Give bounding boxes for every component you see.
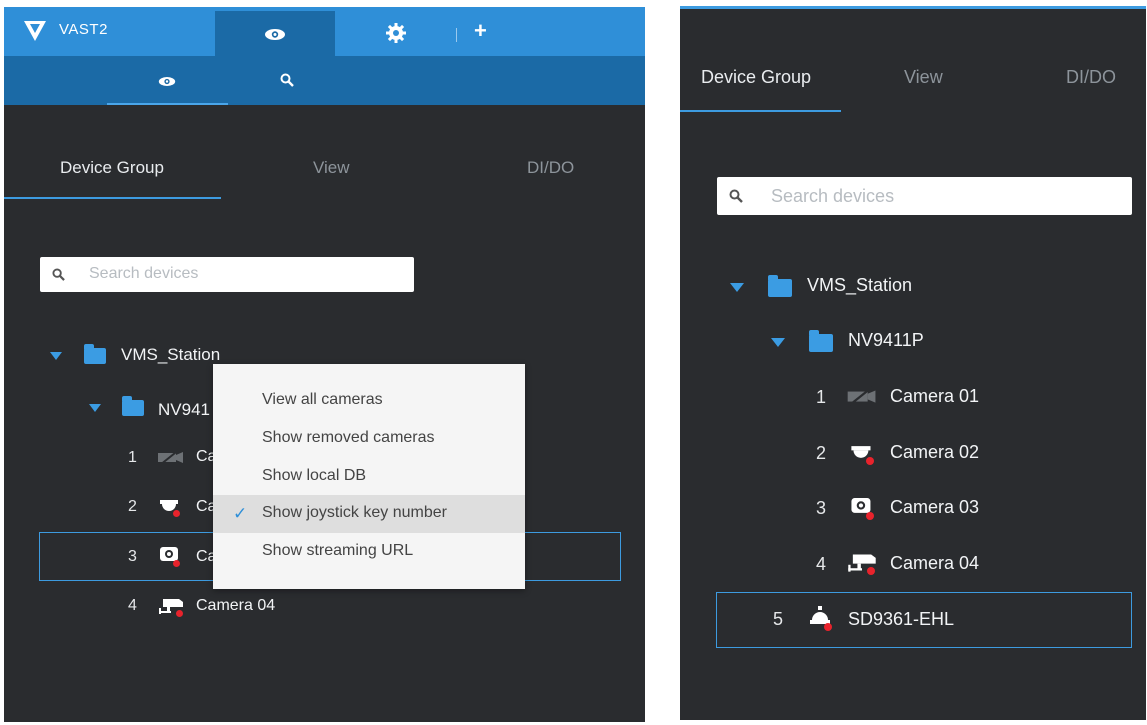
camera-number: 3 [128, 548, 137, 565]
camera-label[interactable]: Camera 04 [890, 553, 979, 574]
expand-toggle-icon[interactable] [50, 352, 62, 360]
search-input[interactable]: Search devices [717, 177, 1132, 215]
tab-indicator [680, 110, 841, 112]
search-placeholder: Search devices [89, 265, 199, 282]
offline-status-dot [867, 567, 875, 575]
folder-icon [768, 275, 792, 297]
camera-removed-icon [158, 448, 183, 466]
camera-label[interactable]: Camera 01 [890, 386, 979, 407]
search-icon [52, 268, 65, 281]
expand-toggle-icon[interactable] [771, 338, 785, 347]
checkmark-icon: ✓ [233, 504, 248, 523]
folder-icon [809, 330, 833, 352]
camera-number: 4 [128, 597, 137, 614]
offline-status-dot [173, 560, 180, 567]
camera-label[interactable]: SD9361-EHL [848, 609, 954, 630]
tree-station-label[interactable]: NV941 [158, 400, 210, 420]
top-bar: VAST2 + [4, 7, 645, 56]
tree-root-label[interactable]: VMS_Station [807, 275, 912, 296]
menu-item-show-streaming-url[interactable]: Show streaming URL [213, 533, 525, 571]
expand-toggle-icon[interactable] [730, 283, 744, 292]
tab-liveview[interactable] [215, 11, 335, 56]
camera-label[interactable]: Camera 02 [890, 442, 979, 463]
offline-status-dot [866, 512, 874, 520]
gear-icon[interactable] [386, 23, 406, 43]
top-strip [680, 6, 1146, 9]
offline-status-dot [866, 457, 874, 465]
tab-device-group[interactable]: Device Group [701, 67, 811, 88]
menu-item-show-removed-cameras[interactable]: Show removed cameras [213, 420, 525, 458]
offline-status-dot [173, 510, 180, 517]
add-tab-icon[interactable]: + [474, 18, 487, 44]
right-panel: Device Group View DI/DO Search devices V… [680, 6, 1146, 720]
camera-label[interactable]: Camera 03 [890, 497, 979, 518]
camera-number: 3 [816, 498, 827, 518]
camera-number: 2 [816, 443, 827, 463]
tab-dido[interactable]: DI/DO [1066, 67, 1116, 88]
sub-bar [4, 56, 645, 105]
folder-icon [84, 344, 106, 364]
context-menu: View all cameras Show removed cameras Sh… [213, 364, 525, 589]
folder-icon [122, 396, 144, 416]
tab-indicator [4, 197, 221, 199]
search-icon [729, 189, 743, 203]
search-icon[interactable] [280, 73, 294, 87]
tree-station-label[interactable]: NV9411P [848, 330, 924, 351]
search-placeholder: Search devices [771, 186, 895, 206]
offline-status-dot [824, 623, 832, 631]
offline-status-dot [176, 610, 183, 617]
tab-dido[interactable]: DI/DO [527, 158, 574, 178]
expand-toggle-icon[interactable] [89, 404, 101, 412]
tab-view[interactable]: View [313, 158, 350, 178]
camera-number: 4 [816, 554, 827, 574]
camera-number: 1 [816, 387, 827, 407]
camera-removed-icon [847, 386, 876, 406]
tab-view[interactable]: View [904, 67, 943, 88]
menu-item-view-all-cameras[interactable]: View all cameras [213, 382, 525, 420]
vivotek-logo-icon [24, 21, 46, 41]
camera-number: 5 [773, 609, 784, 629]
tab-device-group[interactable]: Device Group [60, 158, 164, 178]
camera-number: 1 [128, 449, 137, 466]
eye-icon[interactable] [158, 76, 176, 87]
app-name: VAST2 [59, 21, 108, 38]
subtab-indicator [107, 103, 228, 105]
camera-label[interactable]: Camera 04 [196, 597, 275, 615]
camera-number: 2 [128, 498, 137, 515]
tree-root-label[interactable]: VMS_Station [121, 345, 220, 365]
left-panel: VAST2 + Device Group View DI/DO Search d… [4, 7, 645, 722]
search-input[interactable]: Search devices [40, 257, 414, 292]
eye-icon [265, 29, 285, 40]
menu-item-show-local-db[interactable]: Show local DB [213, 458, 525, 496]
toolbar-divider [456, 28, 457, 42]
menu-item-show-joystick-key-number[interactable]: ✓ Show joystick key number [213, 495, 525, 533]
